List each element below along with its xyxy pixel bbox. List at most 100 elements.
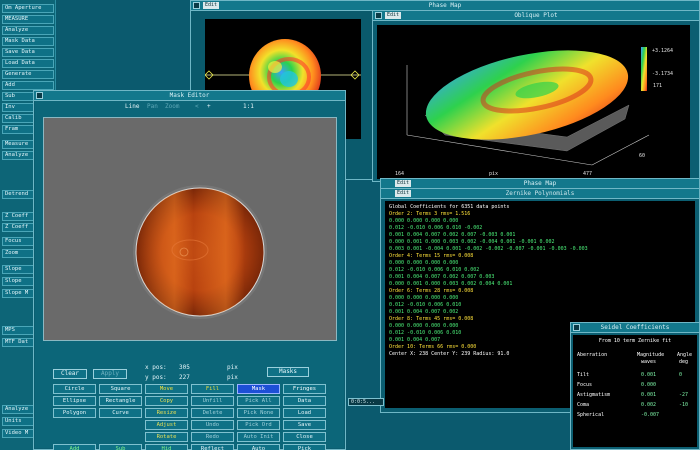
tool-copy-button[interactable]: Copy <box>145 396 188 406</box>
close-icon[interactable] <box>573 324 580 331</box>
x-pos-label: x pos: <box>145 364 167 371</box>
tool-zoom-out[interactable]: < <box>195 103 199 112</box>
apply-button[interactable]: Apply <box>93 369 127 379</box>
colorbar-min-label: -3.1734 <box>652 71 673 77</box>
seidel-aberration: Astigmatism <box>577 392 611 398</box>
sidebar-item[interactable]: Generate <box>2 70 54 79</box>
zernike-line: 0.003 0.001 -0.004 0.001 -0.002 -0.002 -… <box>389 246 588 252</box>
x-pos-value: 305 <box>179 364 190 371</box>
window-title: Phase Map <box>381 179 699 189</box>
masks-button[interactable]: Masks <box>267 367 309 377</box>
seidel-table: From 10 term Zernike fit Aberration Magn… <box>573 335 697 447</box>
sidebar-item[interactable]: Mask Data <box>2 37 54 46</box>
tool-rectangle-button[interactable]: Rectangle <box>99 396 142 406</box>
tool-adjust-button[interactable]: Adjust <box>145 420 188 430</box>
tool-move-button[interactable]: Move <box>145 384 188 394</box>
mask-canvas[interactable] <box>43 117 337 341</box>
tool-add-button[interactable]: Add <box>53 444 96 450</box>
zernike-line: 0.000 0.000 0.000 0.000 <box>389 218 459 224</box>
tool-rotate-button[interactable]: Rotate <box>145 432 188 442</box>
edit-tag[interactable]: Edit <box>203 2 220 9</box>
close-icon[interactable] <box>193 2 200 9</box>
seidel-angle: -10 <box>679 402 689 408</box>
subheader-waves: waves <box>641 359 657 365</box>
stream-field[interactable]: 0:0:5... <box>348 398 384 406</box>
tool-line[interactable]: Line <box>125 103 139 112</box>
tool-zoom-in[interactable]: + <box>207 103 211 112</box>
tool-load-button[interactable]: Load <box>283 408 326 418</box>
close-icon[interactable] <box>36 92 43 99</box>
tool-save-button[interactable]: Save <box>283 420 326 430</box>
scale-note: 171 <box>653 83 662 89</box>
sidebar-item[interactable]: Add <box>2 81 54 90</box>
tool-delete-button[interactable]: Delete <box>191 408 234 418</box>
zernike-line: 0.001 0.004 0.007 0.002 0.007 -0.003 0.0… <box>389 232 516 238</box>
tool-circle-button[interactable]: Circle <box>53 384 96 394</box>
tool-fill-button[interactable]: Fill <box>191 384 234 394</box>
seidel-angle: 0 <box>679 372 683 378</box>
zernike-line: Order 2: Terms 3 rms= 1.516 <box>389 211 471 217</box>
tool-pick-button[interactable]: Pick <box>283 444 326 450</box>
clear-button[interactable]: Clear <box>53 369 87 379</box>
tool-fringes-button[interactable]: Fringes <box>283 384 326 394</box>
tool-resize-button[interactable]: Resize <box>145 408 188 418</box>
tool-auto-button[interactable]: Auto <box>237 444 280 450</box>
tool-data-button[interactable]: Data <box>283 396 326 406</box>
tool-pick-ord-button[interactable]: Pick Ord <box>237 420 280 430</box>
tool-redo-button[interactable]: Redo <box>191 432 234 442</box>
zernike-subtitle: Zernike Polynomials <box>505 190 575 197</box>
y-pos-unit: pix <box>227 374 238 381</box>
tool-auto-init-button[interactable]: Auto Init <box>237 432 280 442</box>
tool-hid-button[interactable]: Hid <box>145 444 188 450</box>
seidel-aberration: Coma <box>577 402 590 408</box>
seidel-window: Seidel Coefficients From 10 term Zernike… <box>570 322 700 450</box>
seidel-aberration: Tilt <box>577 372 590 378</box>
tool-pick-none-button[interactable]: Pick None <box>237 408 280 418</box>
tool-pick-all-button[interactable]: Pick All <box>237 396 280 406</box>
tool-zoom-1-1[interactable]: 1:1 <box>243 103 254 112</box>
subheader-deg: deg <box>679 359 689 365</box>
edit-tag[interactable]: Edit <box>395 180 412 187</box>
zernike-line: Order 4: Terms 15 rms= 0.008 <box>389 253 474 259</box>
window-title: Seidel Coefficients <box>571 323 699 333</box>
table-row: Focus 0.000 <box>573 381 697 389</box>
tool-ellipse-button[interactable]: Ellipse <box>53 396 96 406</box>
sidebar-item[interactable]: Om Aperture <box>2 4 54 13</box>
oblique-canvas[interactable]: +3.1264 -3.1734 171 164 pix 477 60 <box>377 25 690 179</box>
edit-tag-2[interactable]: Edit <box>395 190 412 197</box>
tool-curve-button[interactable]: Curve <box>99 408 142 418</box>
tool-undo-button[interactable]: Undo <box>191 420 234 430</box>
sidebar-item[interactable]: Analyze <box>2 26 54 35</box>
zernike-line: 0.000 0.000 0.000 0.000 <box>389 260 459 266</box>
tool-zoom[interactable]: Zoom <box>165 103 179 112</box>
zernike-line: 0.000 0.001 0.000 0.003 0.002 -0.004 0.0… <box>389 239 555 245</box>
seidel-aberration: Spherical <box>577 412 605 418</box>
zernike-line: 0.000 0.001 0.000 0.003 0.002 0.004 0.00… <box>389 281 513 287</box>
x-axis-label: pix <box>489 171 498 177</box>
close-icon[interactable] <box>375 12 382 19</box>
x-pos-unit: pix <box>227 364 238 371</box>
tool-sub-button[interactable]: Sub <box>99 444 142 450</box>
zernike-line: Global Coefficients for 6351 data points <box>389 204 510 210</box>
tool-close-button[interactable]: Close <box>283 432 326 442</box>
edit-tag[interactable]: Edit <box>385 12 402 19</box>
sidebar-item[interactable]: Load Data <box>2 59 54 68</box>
sidebar-item[interactable]: MEASURE <box>2 15 54 24</box>
sidebar-item[interactable]: Save Data <box>2 48 54 57</box>
tool-mask-button[interactable]: Mask <box>237 384 280 394</box>
seidel-angle: -27 <box>679 392 689 398</box>
tool-reflect-button[interactable]: Reflect <box>191 444 234 450</box>
zernike-line: 0.001 0.004 0.007 0.002 <box>389 309 459 315</box>
tool-pan[interactable]: Pan <box>147 103 158 112</box>
tool-unfill-button[interactable]: Unfill <box>191 396 234 406</box>
seidel-aberration: Focus <box>577 382 593 388</box>
seidel-subtitle: From 10 term Zernike fit <box>598 338 672 344</box>
x-axis-start: 164 <box>395 171 404 177</box>
mask-editor-body: Line Pan Zoom < + 1:1 Clear Apply x pos:… <box>35 101 344 450</box>
oblique-3d-surface: +3.1264 -3.1734 171 164 pix 477 60 <box>395 47 673 177</box>
tool-square-button[interactable]: Square <box>99 384 142 394</box>
y-axis-start: 60 <box>639 153 645 159</box>
colorbar <box>641 47 647 91</box>
zernike-line: 0.000 0.000 0.000 0.000 <box>389 295 459 301</box>
tool-polygon-button[interactable]: Polygon <box>53 408 96 418</box>
